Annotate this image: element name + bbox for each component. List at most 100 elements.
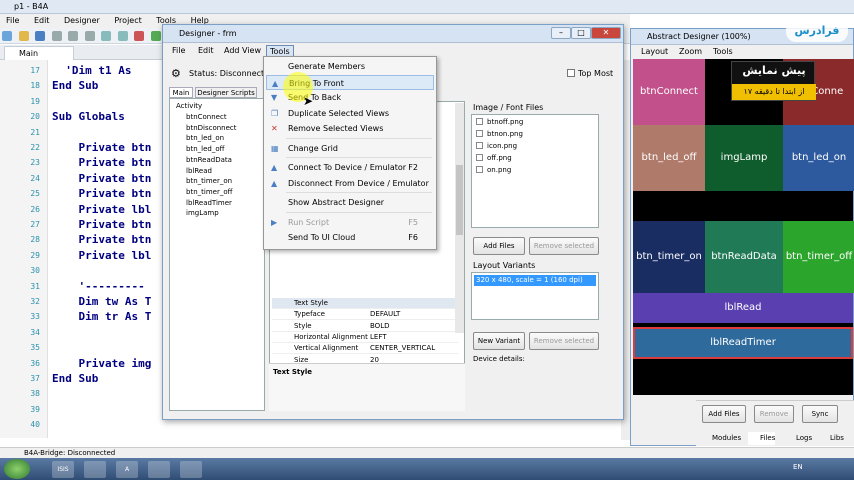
tray-language[interactable]: EN	[793, 463, 803, 471]
layout-variant-item[interactable]: 320 x 480, scale = 1 (160 dpi)	[474, 275, 596, 286]
remove-selected-files-button[interactable]: Remove selected	[529, 237, 599, 255]
tree-node[interactable]: btn_led_off	[186, 145, 224, 153]
tree-node[interactable]: btn_timer_off	[186, 188, 232, 196]
property-row[interactable]: Horizontal Alignment LEFT	[272, 332, 458, 343]
property-value[interactable]: LEFT	[370, 332, 387, 343]
designer-view-btn-timer-off[interactable]: btn_timer_off	[783, 221, 854, 293]
designer-view-lblreadtimer[interactable]: lblReadTimer	[633, 327, 853, 359]
paste-icon[interactable]	[84, 31, 95, 41]
menu-item-remove-selected-views[interactable]: ✕ Remove Selected Views	[266, 121, 434, 136]
file-checkbox-icon[interactable]	[476, 166, 483, 173]
line-number: 36	[30, 358, 40, 368]
abstract-menu-zoom[interactable]: Zoom	[679, 47, 702, 56]
menu-item-send-to-ui-cloud[interactable]: Send To UI Cloud F6	[266, 230, 434, 245]
run-icon[interactable]	[150, 31, 161, 41]
tree-node[interactable]: lblReadTimer	[186, 199, 232, 207]
designer-menu-add-view[interactable]: Add View	[221, 45, 264, 56]
taskbar-app-b4a[interactable]: A	[116, 461, 138, 478]
file-checkbox-icon[interactable]	[476, 118, 483, 125]
designer-menu-file[interactable]: File	[169, 45, 188, 56]
file-checkbox-icon[interactable]	[476, 130, 483, 137]
open-folder-icon[interactable]	[18, 31, 29, 41]
abstract-menu-layout[interactable]: Layout	[641, 47, 668, 56]
status-bar: B4A-Bridge: Disconnected	[0, 447, 854, 458]
designer-view-btn-led-on[interactable]: btn_led_on	[783, 125, 854, 191]
image-file-item[interactable]: off.png	[476, 154, 512, 162]
image-file-item[interactable]: btnoff.png	[476, 118, 523, 126]
image-file-item[interactable]: btnon.png	[476, 130, 523, 138]
tab-main[interactable]: Main	[4, 46, 74, 60]
designer-view-lblread[interactable]: lblRead	[633, 293, 853, 323]
redo-icon[interactable]	[117, 31, 128, 41]
abstract-menu-tools[interactable]: Tools	[713, 47, 733, 56]
image-file-item[interactable]: on.png	[476, 166, 511, 174]
menu-item-change-grid[interactable]: ▦ Change Grid	[266, 141, 434, 156]
taskbar-app-arduino[interactable]	[148, 461, 170, 478]
property-row[interactable]: Typeface DEFAULT	[272, 309, 458, 321]
menu-item-disconnect-from-device-emulator[interactable]: ▲ Disconnect From Device / Emulator	[266, 176, 434, 191]
abstract-designer-canvas[interactable]: btnConnect btnConne btn_led_off imgLamp btn_…	[633, 59, 854, 395]
property-value[interactable]: BOLD	[370, 321, 389, 332]
tree-node[interactable]: btn_timer_on	[186, 177, 232, 185]
designer-view-btnreaddata[interactable]: btnReadData	[705, 221, 783, 293]
line-number: 18	[30, 81, 40, 91]
tree-node[interactable]: btnDisconnect	[186, 124, 237, 132]
designer-menu-edit[interactable]: Edit	[195, 45, 217, 56]
file-checkbox-icon[interactable]	[476, 142, 483, 149]
tree-node[interactable]: lblRead	[186, 167, 212, 175]
menu-item-generate-members[interactable]: Generate Members	[266, 59, 434, 74]
top-most-checkbox[interactable]: Top Most	[567, 69, 613, 78]
property-row[interactable]: Vertical Alignment CENTER_VERTICAL	[272, 343, 458, 355]
add-files-button[interactable]: Add Files	[473, 237, 525, 255]
file-checkbox-icon[interactable]	[476, 154, 483, 161]
property-value[interactable]: CENTER_VERTICAL	[370, 343, 435, 354]
tab-files[interactable]: Files	[748, 432, 776, 445]
undo-icon[interactable]	[101, 31, 112, 41]
start-button[interactable]	[4, 459, 30, 479]
designer-view-btn-led-off[interactable]: btn_led_off	[633, 125, 705, 191]
new-variant-button[interactable]: New Variant	[473, 332, 525, 350]
image-file-item[interactable]: icon.png	[476, 142, 517, 150]
cut-icon[interactable]	[51, 31, 62, 41]
tab-libs[interactable]: Libs	[818, 432, 844, 445]
tree-node[interactable]: btnReadData	[186, 156, 232, 164]
taskbar-app-explorer[interactable]	[84, 461, 106, 478]
maximize-button[interactable]: □	[571, 27, 591, 39]
property-name: Typeface	[294, 310, 325, 319]
copy-icon[interactable]	[68, 31, 79, 41]
menu-item-show-abstract-designer[interactable]: Show Abstract Designer	[266, 195, 434, 210]
ide-menu-designer[interactable]: Designer	[64, 16, 100, 25]
ide-menu-edit[interactable]: Edit	[34, 16, 50, 25]
tree-node[interactable]: btnConnect	[186, 113, 227, 121]
property-row[interactable]: Style BOLD	[272, 321, 458, 332]
sync-button[interactable]: Sync	[802, 405, 838, 423]
abstract-add-files-button[interactable]: Add Files	[702, 405, 746, 423]
ide-menu-file[interactable]: File	[6, 16, 19, 25]
taskbar-app-isis[interactable]: ISIS	[52, 461, 74, 478]
designer-view-btnconnect[interactable]: btnConnect	[633, 59, 705, 125]
tab-logs[interactable]: Logs	[784, 432, 812, 445]
property-value[interactable]: DEFAULT	[370, 309, 400, 320]
taskbar-app-recorder[interactable]	[180, 461, 202, 478]
tab-modules[interactable]: Modules	[700, 432, 741, 445]
properties-scroll-thumb[interactable]	[456, 165, 463, 235]
ide-menu-project[interactable]: Project	[114, 16, 141, 25]
tree-node[interactable]: imgLamp	[186, 209, 219, 217]
menu-item-label: Change Grid	[288, 143, 338, 153]
abstract-remove-button[interactable]: Remove	[754, 405, 794, 423]
remove-selected-variant-button[interactable]: Remove selected	[529, 332, 599, 350]
comment-icon[interactable]	[134, 31, 145, 41]
tree-node[interactable]: btn_led_on	[186, 134, 224, 142]
property-row[interactable]: Text Style	[272, 298, 458, 309]
designer-view-imglamp[interactable]: imgLamp	[705, 125, 783, 191]
minimize-button[interactable]: –	[551, 27, 571, 39]
save-icon[interactable]	[35, 31, 46, 41]
tab-designer-scripts[interactable]: Designer Scripts	[195, 87, 257, 98]
menu-item-connect-to-device-emulator[interactable]: ▲ Connect To Device / Emulator F2	[266, 160, 434, 175]
designer-view-btn-timer-on[interactable]: btn_timer_on	[633, 221, 705, 293]
tab-main-views[interactable]: Main	[169, 87, 193, 98]
tree-root-activity[interactable]: Activity	[176, 102, 202, 110]
close-button[interactable]: ✕	[591, 27, 621, 39]
new-file-icon[interactable]	[2, 31, 12, 41]
menu-item-duplicate-selected-views[interactable]: ❐ Duplicate Selected Views	[266, 106, 434, 121]
